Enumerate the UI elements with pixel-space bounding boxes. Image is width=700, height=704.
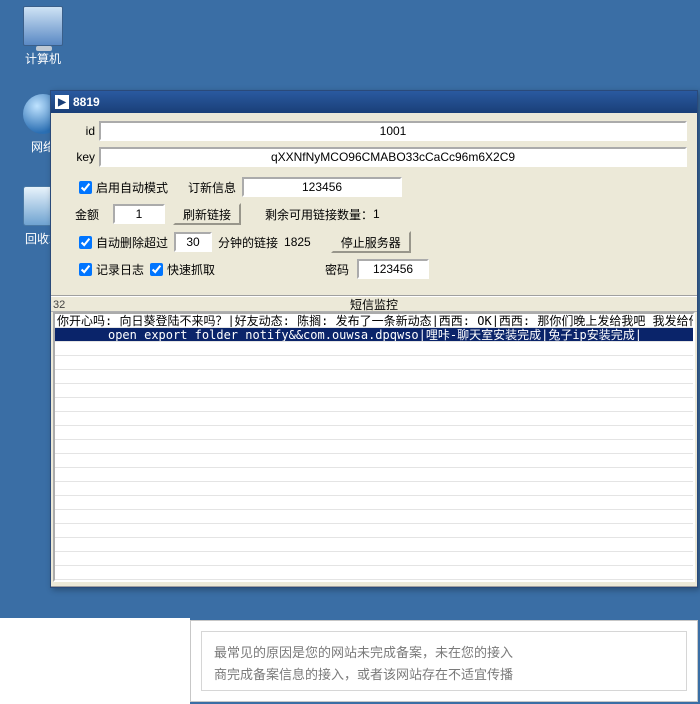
- sms-header-title: 短信监控: [350, 298, 398, 312]
- background-page-text: 最常见的原因是您的网站未完成备案，未在您的接入 商完成备案信息的接入，或者该网站…: [201, 631, 687, 691]
- table-row: [55, 510, 693, 524]
- table-row: [55, 454, 693, 468]
- app-window: ▶ 8819 id 1001 key qXXNfNyMCO96CMABO33cC…: [50, 90, 698, 588]
- table-row: [55, 356, 693, 370]
- fastgrab-label: 快速抓取: [167, 261, 215, 278]
- key-value: qXXNfNyMCO96CMABO33cCaCc96m6X2C9: [271, 150, 515, 164]
- order-info-label: 订新信息: [188, 179, 236, 196]
- id-value: 1001: [380, 124, 407, 138]
- table-row: [55, 440, 693, 454]
- computer-icon: [23, 6, 63, 46]
- remain-label: 剩余可用链接数量：: [265, 206, 373, 223]
- auto-delete-suffix: 分钟的链接: [218, 234, 278, 251]
- form-area: id 1001 key qXXNfNyMCO96CMABO33cCaCc96m6…: [51, 113, 697, 295]
- table-row[interactable]: open_export_folder_notify&&com.ouwsa.dpq…: [55, 328, 693, 342]
- auto-delete-checkbox[interactable]: [79, 236, 92, 249]
- table-row: [55, 482, 693, 496]
- app-icon: ▶: [55, 95, 69, 109]
- refresh-link-button[interactable]: 刷新链接: [173, 203, 241, 225]
- auto-delete-count: 1825: [284, 235, 311, 249]
- fastgrab-checkbox[interactable]: [150, 263, 163, 276]
- key-label: key: [61, 150, 95, 164]
- id-field[interactable]: 1001: [99, 121, 687, 141]
- table-row: [55, 468, 693, 482]
- table-row: [55, 496, 693, 510]
- log-label: 记录日志: [96, 261, 144, 278]
- page-text-line: 商完成备案信息的接入，或者该网站存在不适宜传播: [214, 664, 674, 686]
- auto-delete-label: 自动删除超过: [96, 234, 168, 251]
- window-title: 8819: [73, 95, 100, 109]
- auto-delete-minutes-input[interactable]: [174, 232, 212, 252]
- remain-value: 1: [373, 207, 380, 221]
- sms-monitor-section: 32 短信监控 你开心吗: 向日葵登陆不来吗？|好友动态: 陈搁: 发布了一条新…: [51, 295, 697, 587]
- order-info-input[interactable]: [242, 177, 402, 197]
- auto-mode-label: 启用自动模式: [96, 179, 168, 196]
- table-row: [55, 384, 693, 398]
- sms-col-small: 32: [53, 297, 65, 313]
- table-row: [55, 370, 693, 384]
- table-row: [55, 412, 693, 426]
- table-row: [55, 398, 693, 412]
- background-page: 最常见的原因是您的网站未完成备案，未在您的接入 商完成备案信息的接入，或者该网站…: [190, 620, 698, 702]
- titlebar[interactable]: ▶ 8819: [51, 91, 697, 113]
- desktop-icon-label: 计算机: [8, 50, 78, 67]
- key-field[interactable]: qXXNfNyMCO96CMABO33cCaCc96m6X2C9: [99, 147, 687, 167]
- table-row: [55, 342, 693, 356]
- auto-mode-checkbox[interactable]: [79, 181, 92, 194]
- page-text-line: 最常见的原因是您的网站未完成备案，未在您的接入: [214, 642, 674, 664]
- amount-label: 金额: [75, 206, 105, 223]
- background-panel-left: [0, 618, 190, 704]
- table-row: [55, 538, 693, 552]
- table-row: [55, 566, 693, 580]
- stop-server-button[interactable]: 停止服务器: [331, 231, 411, 253]
- sms-monitor-header: 32 短信监控: [51, 296, 697, 312]
- log-checkbox[interactable]: [79, 263, 92, 276]
- table-row: [55, 552, 693, 566]
- password-input[interactable]: [357, 259, 429, 279]
- sms-grid[interactable]: 你开心吗: 向日葵登陆不来吗？|好友动态: 陈搁: 发布了一条新动态|西西: O…: [53, 312, 695, 582]
- id-label: id: [61, 124, 95, 138]
- table-row: [55, 524, 693, 538]
- desktop-icon-computer[interactable]: 计算机: [8, 6, 78, 67]
- password-label: 密码: [325, 261, 349, 278]
- table-row[interactable]: 你开心吗: 向日葵登陆不来吗？|好友动态: 陈搁: 发布了一条新动态|西西: O…: [55, 314, 693, 328]
- amount-input[interactable]: [113, 204, 165, 224]
- table-row: [55, 426, 693, 440]
